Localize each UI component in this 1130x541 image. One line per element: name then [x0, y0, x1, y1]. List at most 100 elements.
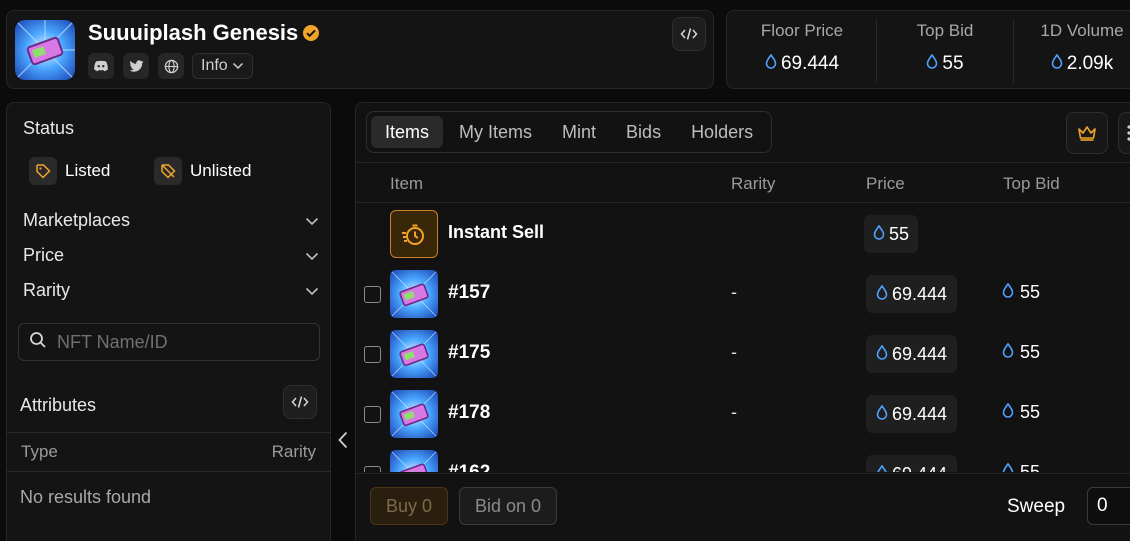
stat-label: 1D Volume	[1040, 21, 1124, 40]
item-rarity: -	[731, 462, 737, 472]
rarity-rank-button[interactable]	[1066, 112, 1108, 154]
sui-drop-icon	[876, 464, 888, 472]
stat-top-bid: Top Bid 55	[877, 11, 1013, 90]
instant-sell-icon	[390, 210, 438, 258]
bid-button[interactable]: Bid on 0	[459, 487, 558, 525]
table-row[interactable]: #178 - 69.444 55	[356, 384, 1130, 444]
top-bid-value: 55	[1020, 462, 1041, 472]
sui-drop-icon	[873, 224, 885, 245]
stat-label: Floor Price	[760, 21, 844, 40]
nft-search-input[interactable]	[57, 331, 297, 353]
sweep-count-input[interactable]: 0	[1087, 487, 1130, 525]
tab-my-items[interactable]: My Items	[445, 116, 546, 148]
price-accordion[interactable]: Price	[23, 245, 319, 266]
more-options-button[interactable]	[1118, 112, 1130, 154]
attributes-embed-button[interactable]	[283, 385, 317, 419]
crown-icon	[1078, 126, 1096, 141]
status-listed-toggle[interactable]: Listed	[29, 157, 110, 185]
item-price[interactable]: 69.444	[866, 335, 958, 373]
column-rarity[interactable]: Rarity	[731, 174, 775, 194]
code-icon	[291, 396, 309, 408]
column-item[interactable]: Item	[390, 174, 423, 194]
price-value: 69.444	[892, 343, 948, 364]
table-row[interactable]: #175 - 69.444 55	[356, 324, 1130, 384]
info-dropdown[interactable]: Info	[192, 53, 253, 79]
price-value: 69.444	[892, 464, 947, 473]
discord-icon[interactable]	[88, 53, 114, 79]
item-rarity: -	[731, 282, 737, 302]
instant-sell-price[interactable]: 55	[864, 215, 919, 253]
chevron-left-icon	[338, 431, 348, 449]
status-unlisted-label: Unlisted	[190, 161, 252, 180]
top-bid-value: 55	[1020, 402, 1041, 422]
collection-title: Suuuiplash Genesis	[88, 20, 299, 45]
embed-code-button[interactable]	[672, 17, 706, 51]
tab-holders[interactable]: Holders	[677, 116, 767, 148]
sweep-label: Sweep	[1007, 496, 1066, 517]
table-row[interactable]: #157 - 69.444 55	[356, 264, 1130, 324]
collapse-sidebar-button[interactable]	[334, 428, 352, 452]
tab-items[interactable]: Items	[371, 116, 444, 148]
items-list: Instant Sell 55 #157 - 69.444 55 #175 - …	[356, 204, 1130, 472]
verified-badge-icon	[302, 24, 320, 42]
item-name[interactable]: #157	[448, 282, 490, 304]
top-bid-value: 55	[1020, 342, 1041, 362]
cart-footer: Buy 0 Bid on 0 Sweep 0	[356, 473, 1130, 541]
nft-search-field[interactable]	[18, 323, 320, 361]
accordion-label: Marketplaces	[23, 210, 131, 230]
sui-drop-icon	[926, 53, 938, 75]
item-rarity: -	[731, 402, 737, 422]
items-table-header: Item Rarity Price Top Bid	[356, 162, 1130, 203]
stat-value: 2.09k	[1066, 53, 1114, 74]
instant-sell-row[interactable]: Instant Sell 55	[356, 204, 1130, 264]
row-checkbox[interactable]	[364, 406, 381, 423]
column-top-bid[interactable]: Top Bid	[1003, 174, 1060, 194]
item-name[interactable]: #178	[448, 402, 490, 424]
item-price[interactable]: 69.444	[866, 275, 958, 313]
info-dropdown-label: Info	[201, 57, 228, 74]
column-rarity: Rarity	[271, 442, 316, 461]
chevron-down-icon	[305, 245, 319, 266]
accordion-label: Rarity	[23, 280, 71, 300]
collection-stats: Floor Price 69.444 Top Bid 55 1D Volume …	[726, 10, 1130, 89]
price-value: 69.444	[892, 403, 948, 424]
globe-icon[interactable]	[158, 53, 184, 79]
accordion-label: Price	[23, 245, 65, 265]
item-name[interactable]: #175	[448, 342, 490, 364]
item-top-bid: 55	[1002, 462, 1040, 472]
items-panel: Items My Items Mint Bids Holders Item Ra…	[355, 102, 1130, 541]
sui-drop-icon	[1002, 402, 1014, 423]
price-value: 69.444	[892, 283, 948, 304]
item-name[interactable]: #162	[448, 462, 490, 472]
table-row[interactable]: #162 - 69.444 55	[356, 444, 1130, 472]
stat-floor-price: Floor Price 69.444	[727, 11, 877, 90]
buy-button[interactable]: Buy 0	[370, 487, 449, 525]
item-top-bid: 55	[1002, 402, 1040, 423]
sui-drop-icon	[876, 344, 888, 365]
tag-off-icon	[154, 157, 182, 185]
stat-value: 55	[942, 53, 964, 74]
tab-mint[interactable]: Mint	[548, 116, 610, 148]
code-icon	[680, 28, 698, 40]
row-checkbox[interactable]	[364, 466, 381, 472]
item-price[interactable]: 69.444	[866, 455, 958, 473]
twitter-icon[interactable]	[123, 53, 149, 79]
sui-drop-icon	[876, 404, 888, 425]
row-checkbox[interactable]	[364, 286, 381, 303]
rarity-accordion[interactable]: Rarity	[23, 280, 319, 301]
price-value: 55	[889, 223, 910, 244]
row-checkbox[interactable]	[364, 346, 381, 363]
collection-logo	[15, 20, 75, 80]
nft-thumbnail	[390, 270, 438, 318]
item-rarity: -	[731, 342, 737, 362]
search-icon	[29, 331, 47, 354]
status-heading: Status	[23, 118, 75, 138]
status-unlisted-toggle[interactable]: Unlisted	[154, 157, 251, 185]
sui-drop-icon	[1002, 282, 1014, 303]
top-bid-value: 55	[1020, 282, 1041, 302]
column-price[interactable]: Price	[866, 174, 905, 194]
marketplaces-accordion[interactable]: Marketplaces	[23, 210, 319, 231]
item-price[interactable]: 69.444	[866, 395, 958, 433]
tab-bids[interactable]: Bids	[612, 116, 675, 148]
more-vertical-icon	[1126, 125, 1130, 141]
